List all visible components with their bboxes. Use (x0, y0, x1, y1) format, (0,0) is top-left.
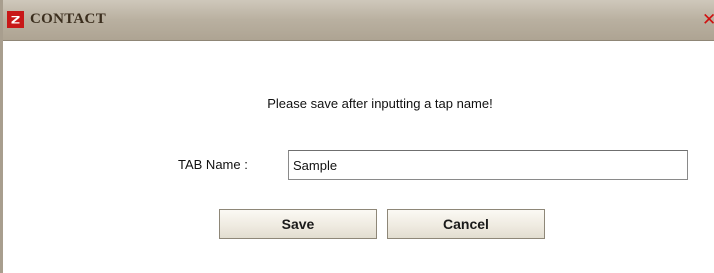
close-icon[interactable]: ✕ (702, 12, 714, 29)
cancel-button[interactable]: Cancel (387, 209, 545, 239)
save-button[interactable]: Save (219, 209, 377, 239)
contact-dialog: CONTACT ✕ Please save after inputting a … (0, 0, 714, 273)
app-logo-icon (7, 11, 24, 28)
title-bar[interactable]: CONTACT ✕ (3, 0, 714, 41)
window-title: CONTACT (30, 11, 106, 27)
instruction-message: Please save after inputting a tap name! (267, 96, 493, 111)
tab-name-input[interactable] (288, 150, 688, 180)
tab-name-label: TAB Name : (178, 157, 248, 172)
